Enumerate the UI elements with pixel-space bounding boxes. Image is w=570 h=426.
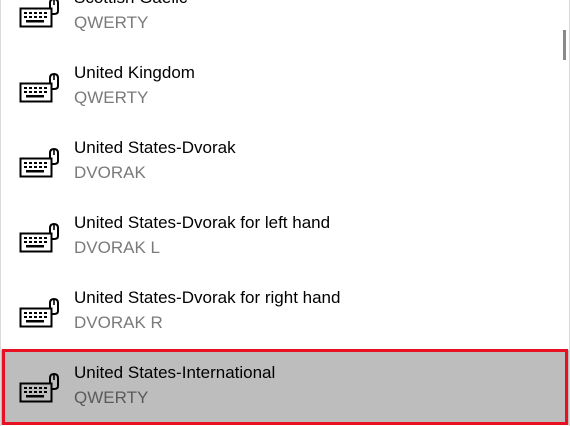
scrollbar-thumb[interactable] [563,30,566,60]
keyboard-icon [19,373,61,403]
list-item-us-international[interactable]: United States-International QWERTY [1,349,569,425]
keyboard-icon [19,73,61,103]
layout-type: DVORAK R [74,313,163,332]
keyboard-layout-list: Scottish Gaelic QWERTY United Kingdom QW… [1,0,569,425]
keyboard-layout-list-panel: Scottish Gaelic QWERTY United Kingdom QW… [0,0,570,426]
list-item-scottish-gaelic[interactable]: Scottish Gaelic QWERTY [1,0,569,50]
layout-type: QWERTY [74,13,149,32]
layout-name: United States-Dvorak for left hand [74,213,331,232]
list-item-united-kingdom[interactable]: United Kingdom QWERTY [1,50,569,125]
layout-name: United States-International [74,363,276,382]
layout-type: QWERTY [74,88,149,107]
keyboard-icon [19,223,61,253]
layout-type: DVORAK [74,163,146,182]
layout-name: United States-Dvorak [74,138,236,157]
layout-name: United Kingdom [74,63,195,82]
list-item-us-dvorak-right[interactable]: United States-Dvorak for right hand DVOR… [1,275,569,350]
keyboard-icon [19,148,61,178]
layout-type: DVORAK L [74,238,160,257]
layout-type: QWERTY [74,388,149,407]
list-item-us-dvorak-left[interactable]: United States-Dvorak for left hand DVORA… [1,200,569,275]
keyboard-icon [19,0,61,28]
layout-name: United States-Dvorak for right hand [74,288,341,307]
layout-name: Scottish Gaelic [74,0,187,8]
list-item-us-dvorak[interactable]: United States-Dvorak DVORAK [1,125,569,200]
keyboard-icon [19,298,61,328]
